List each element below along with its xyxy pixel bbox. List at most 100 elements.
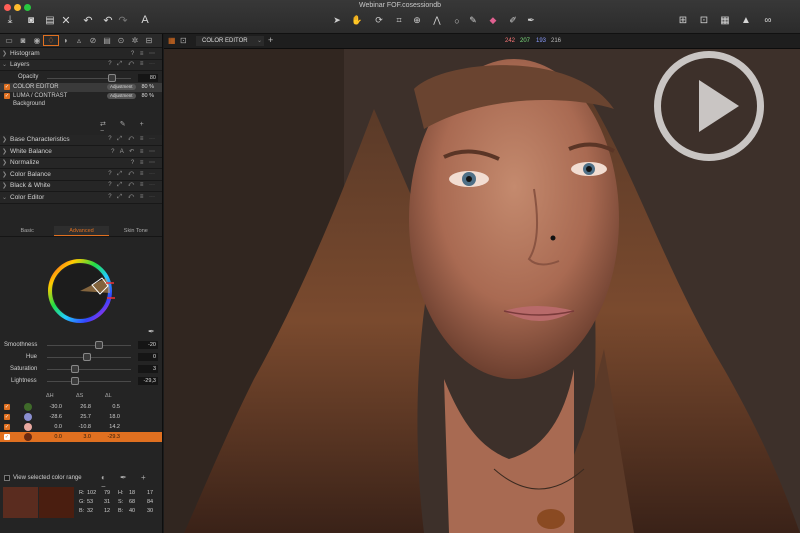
tab-basic[interactable]: Basic xyxy=(0,226,54,236)
straighten-icon[interactable]: ⋀ xyxy=(430,14,444,27)
tool-controls[interactable]: ? ≡ ⋯ xyxy=(131,159,157,166)
base-characteristics-header[interactable]: ❯ Base Characteristics ? ⤢ ↶ ≡ ⋯ xyxy=(0,134,162,146)
layer-selector[interactable]: COLOR EDITOR xyxy=(196,36,264,46)
slider-track[interactable] xyxy=(47,381,131,382)
black-white-header[interactable]: ❯ Black & White ? ⤢ ↶ ≡ ⋯ xyxy=(0,180,162,192)
exposure-tab-icon[interactable]: ◑ xyxy=(58,36,72,45)
select-icon[interactable]: ➤ xyxy=(330,14,344,27)
proof-icon[interactable]: ⊡ xyxy=(697,13,711,27)
opacity-value[interactable]: 80 xyxy=(138,74,158,82)
color-range-row[interactable]: ✓ 0.0 3.0 -29.3 xyxy=(0,432,162,442)
multi-view-icon[interactable]: ⊡ xyxy=(180,36,187,45)
settings-tab-icon[interactable]: ✲ xyxy=(128,36,142,45)
color-swatch[interactable] xyxy=(24,423,32,431)
crop-icon[interactable]: ⌗ xyxy=(392,14,406,27)
histogram-tool-header[interactable]: ❯ Histogram ? ≡ ⋯ xyxy=(0,48,162,60)
slider-value[interactable]: 0 xyxy=(138,353,158,361)
single-view-icon[interactable]: ▦ xyxy=(168,36,176,45)
color-swatch[interactable] xyxy=(24,433,32,441)
gradient-icon[interactable]: ✐ xyxy=(506,14,520,27)
slider-track[interactable] xyxy=(47,345,131,346)
tool-controls[interactable]: ? ⤢ ↶ ≡ ⋯ xyxy=(108,61,157,68)
layer-name: LUMA / CONTRAST xyxy=(13,92,68,99)
check-icon[interactable]: ✓ xyxy=(4,404,10,410)
tool-controls[interactable]: ? A ↶ ≡ ⋯ xyxy=(111,148,157,155)
rotate-icon[interactable]: ⟳ xyxy=(372,14,386,27)
saturation-slider[interactable]: Saturation 3 xyxy=(0,365,162,375)
color-range-row[interactable]: ✓ -30.0 26.8 0.5 xyxy=(0,402,162,412)
opacity-knob[interactable] xyxy=(108,74,116,82)
tool-controls[interactable]: ? ⤢ ↶ ≡ ⋯ xyxy=(108,171,157,178)
check-icon[interactable]: ✓ xyxy=(4,92,10,99)
add-layer-icon[interactable]: + xyxy=(268,35,273,45)
color-picker-icon[interactable]: ✒ xyxy=(524,14,538,27)
portrait-photo[interactable] xyxy=(164,49,800,533)
export-icon[interactable]: ▤ xyxy=(43,13,57,27)
warning-icon[interactable]: ▲ xyxy=(739,13,753,27)
color-editor-header[interactable]: ⌄ Color Editor ? ⤢ ↶ ≡ ⋯ xyxy=(0,192,162,204)
mask-icon[interactable]: ○ xyxy=(450,14,464,27)
import-icon[interactable]: ⤓ xyxy=(3,13,17,27)
tool-controls[interactable]: ? ⤢ ↶ ≡ ⋯ xyxy=(108,136,157,143)
color-range-row[interactable]: ✓ -28.6 25.7 18.0 xyxy=(0,412,162,422)
delete-icon[interactable]: ✕ xyxy=(60,13,72,27)
color-range-row[interactable]: ✓ 0.0 -10.8 14.2 xyxy=(0,422,162,432)
details-tab-icon[interactable]: ▵ xyxy=(72,36,86,45)
redo-icon[interactable]: ↶ xyxy=(102,13,114,27)
lightness-slider[interactable]: Lightness -29,3 xyxy=(0,377,162,387)
tool-controls[interactable]: ? ⤢ ↶ ≡ ⋯ xyxy=(108,194,157,201)
glasses-icon[interactable]: ∞ xyxy=(758,13,778,27)
tab-advanced[interactable]: Advanced xyxy=(54,226,109,236)
eraser-icon[interactable]: ◆ xyxy=(486,14,500,27)
capture-tab-icon[interactable]: ◙ xyxy=(16,36,30,45)
background-layer[interactable]: Background xyxy=(0,100,162,109)
tool-controls[interactable]: ? ≡ ⋯ xyxy=(131,50,157,57)
layer-actions[interactable]: ⇄ ✎ + − xyxy=(100,120,162,135)
check-icon[interactable]: ✓ xyxy=(4,424,10,430)
camera-icon[interactable]: ◙ xyxy=(24,13,38,27)
metadata-tab-icon[interactable]: ▤ xyxy=(100,36,114,45)
check-icon[interactable]: ✓ xyxy=(4,84,10,91)
slider-value[interactable]: -20 xyxy=(138,341,158,349)
slider-knob[interactable] xyxy=(83,353,92,361)
layout-icon[interactable]: ▦ xyxy=(718,13,732,27)
layer-item[interactable]: ✓ COLOR EDITOR Adjustment 80 % xyxy=(0,83,162,92)
play-button[interactable] xyxy=(654,51,764,161)
slider-value[interactable]: 3 xyxy=(138,365,158,373)
smoothness-slider[interactable]: Smoothness -20 xyxy=(0,341,162,351)
local-adj-tab-icon[interactable]: ⊘ xyxy=(86,36,100,45)
color-wheel[interactable] xyxy=(40,256,122,330)
text-icon[interactable]: A xyxy=(139,13,151,27)
slider-knob[interactable] xyxy=(70,365,79,373)
slider-value[interactable]: -29,3 xyxy=(138,377,158,385)
brush-icon[interactable]: ✎ xyxy=(466,14,480,27)
tool-controls[interactable]: ? ⤢ ↶ ≡ ⋯ xyxy=(108,182,157,189)
normalize-header[interactable]: ❯ Normalize ? ≡ ⋯ xyxy=(0,157,162,169)
color-swatch[interactable] xyxy=(24,413,32,421)
layers-tool-header[interactable]: ⌄ Layers ? ⤢ ↶ ≡ ⋯ xyxy=(0,59,162,71)
batch-tab-icon[interactable]: ⊟ xyxy=(142,36,156,45)
pan-icon[interactable]: ✋ xyxy=(350,14,364,27)
white-balance-header[interactable]: ❯ White Balance ? A ↶ ≡ ⋯ xyxy=(0,146,162,158)
hue-slider[interactable]: Hue 0 xyxy=(0,353,162,363)
color-balance-header[interactable]: ❯ Color Balance ? ⤢ ↶ ≡ ⋯ xyxy=(0,169,162,181)
keystone-icon[interactable]: ⊕ xyxy=(410,14,424,27)
undo-icon[interactable]: ↶ xyxy=(82,13,94,27)
grid-icon[interactable]: ⊞ xyxy=(676,13,690,27)
color-tab-icon[interactable]: ♢ xyxy=(43,35,59,46)
lens-tab-icon[interactable]: ◉ xyxy=(30,36,44,45)
tab-skin-tone[interactable]: Skin Tone xyxy=(109,226,162,236)
eyedropper-icon[interactable]: ✒ xyxy=(148,327,155,336)
opacity-track[interactable] xyxy=(47,78,131,79)
view-range-checkbox[interactable] xyxy=(4,475,10,481)
check-icon[interactable]: ✓ xyxy=(4,414,10,420)
output-tab-icon[interactable]: ⊙ xyxy=(114,36,128,45)
slider-track[interactable] xyxy=(47,369,131,370)
slider-knob[interactable] xyxy=(95,341,104,349)
layer-item[interactable]: ✓ LUMA / CONTRAST Adjustment 80 % xyxy=(0,92,162,101)
check-icon[interactable]: ✓ xyxy=(4,434,10,440)
slider-knob[interactable] xyxy=(70,377,79,385)
redo-alt-icon[interactable]: ↷ xyxy=(117,13,129,27)
library-tab-icon[interactable]: ▭ xyxy=(2,36,16,45)
color-swatch[interactable] xyxy=(24,403,32,411)
